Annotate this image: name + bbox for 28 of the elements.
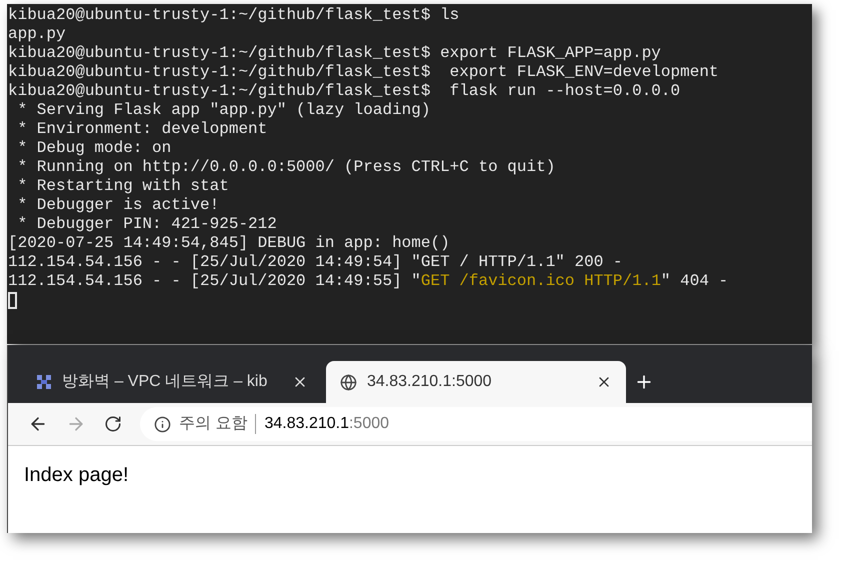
terminal-line: app.py [8, 25, 67, 44]
globe-icon [340, 374, 357, 390]
terminal-line: kibua20@ubuntu-trusty-1:~/github/flask_test$ flask run --host=0.0.0.0 [8, 82, 682, 101]
url-text: 34.83.210.1:5000 [264, 414, 390, 434]
tab-title: 방화벽 – VPC 네트워크 – kib [62, 372, 268, 392]
reload-icon[interactable] [104, 415, 122, 433]
terminal-cursor [8, 292, 17, 309]
terminal-line: * Running on http://0.0.0.0:5000/ (Press CTRL+C to quit) [16, 158, 556, 177]
terminal-line: 112.154.54.156 - - [25/Jul/2020 14:49:55] "GET /favicon.ico HTTP/1.1" 404 - [8, 272, 730, 291]
address-bar[interactable]: 주의 요함 34.83.210.1:5000 [140, 407, 812, 441]
page-text: Index page! [24, 464, 129, 486]
terminal-line: kibua20@ubuntu-trusty-1:~/github/flask_test$ export FLASK_APP=app.py [8, 44, 662, 63]
terminal-line: * Serving Flask app "app.py" (lazy loading) [16, 101, 432, 120]
terminal-line: * Restarting with stat [16, 177, 230, 196]
terminal-line: * Environment: development [16, 120, 268, 139]
grid-logo-icon [36, 374, 52, 390]
browser-tab[interactable]: 방화벽 – VPC 네트워크 – kib [22, 361, 322, 403]
tab-title: 34.83.210.1:5000 [367, 372, 493, 392]
terminal-line: * Debugger is active! [16, 196, 220, 215]
terminal-line: * Debug mode: on [16, 139, 172, 158]
info-icon [154, 416, 171, 432]
terminal-line: * Debugger PIN: 421-925-212 [16, 215, 278, 234]
terminal-line: kibua20@ubuntu-trusty-1:~/github/flask_test$ ls [8, 6, 460, 25]
security-label: 주의 요함 [179, 414, 248, 434]
terminal-line: 112.154.54.156 - - [25/Jul/2020 14:49:54] "GET / HTTP/1.1" 200 - [8, 253, 624, 272]
browser-tab[interactable]: 34.83.210.1:5000 [326, 361, 626, 403]
terminal-line: [2020-07-25 14:49:54,845] DEBUG in app: home() [8, 234, 451, 253]
terminal-line: kibua20@ubuntu-trusty-1:~/github/flask_test$ export FLASK_ENV=development [8, 63, 720, 82]
